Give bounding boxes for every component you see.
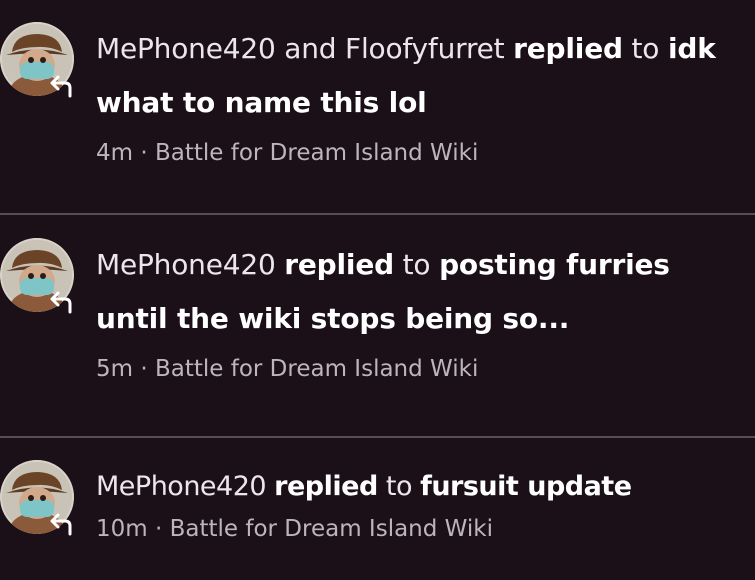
notification-item[interactable]: MePhone420 replied to fursuit update 10m… [0, 438, 755, 580]
notification-meta: 4m · Battle for Dream Island Wiki [96, 138, 745, 168]
notification-content: MePhone420 replied to fursuit update 10m… [96, 460, 745, 544]
avatar-container [0, 460, 80, 540]
avatar-container [0, 22, 80, 102]
wiki-name-link[interactable]: Battle for Dream Island Wiki [155, 356, 478, 382]
preposition: to [631, 32, 660, 65]
reply-arrow-icon [44, 70, 76, 102]
wiki-name-link[interactable]: Battle for Dream Island Wiki [155, 140, 478, 166]
actor-names[interactable]: MePhone420 [96, 248, 276, 281]
meta-separator: · [140, 356, 148, 382]
timestamp: 5m [96, 356, 134, 382]
avatar-container [0, 238, 80, 318]
notification-content: MePhone420 replied to posting furries un… [96, 238, 745, 384]
action-verb: replied [513, 32, 623, 65]
notification-item[interactable]: MePhone420 replied to posting furries un… [0, 216, 755, 436]
reply-arrow-icon [44, 286, 76, 318]
action-verb: replied [284, 248, 394, 281]
thread-title-link[interactable]: fursuit update [420, 471, 632, 502]
preposition: to [402, 248, 431, 281]
notification-meta: 5m · Battle for Dream Island Wiki [96, 354, 745, 384]
notification-headline: MePhone420 replied to fursuit update [96, 460, 745, 514]
notification-feed: MePhone420 and Floofyfurret replied to i… [0, 0, 755, 580]
timestamp: 4m [96, 140, 134, 166]
action-verb: replied [274, 471, 378, 502]
actor-names[interactable]: MePhone420 [96, 471, 267, 502]
timestamp: 10m [96, 516, 148, 542]
preposition: to [385, 471, 413, 502]
notification-headline: MePhone420 and Floofyfurret replied to i… [96, 22, 745, 130]
notification-item[interactable]: MePhone420 and Floofyfurret replied to i… [0, 0, 755, 214]
reply-arrow-icon [44, 508, 76, 540]
actor-names[interactable]: MePhone420 and Floofyfurret [96, 32, 505, 65]
meta-separator: · [140, 140, 148, 166]
notification-headline: MePhone420 replied to posting furries un… [96, 238, 745, 346]
meta-separator: · [154, 516, 163, 542]
wiki-name-link[interactable]: Battle for Dream Island Wiki [170, 516, 493, 542]
notification-meta: 10m · Battle for Dream Island Wiki [96, 514, 745, 544]
notification-divider [0, 213, 755, 215]
notification-content: MePhone420 and Floofyfurret replied to i… [96, 22, 745, 168]
